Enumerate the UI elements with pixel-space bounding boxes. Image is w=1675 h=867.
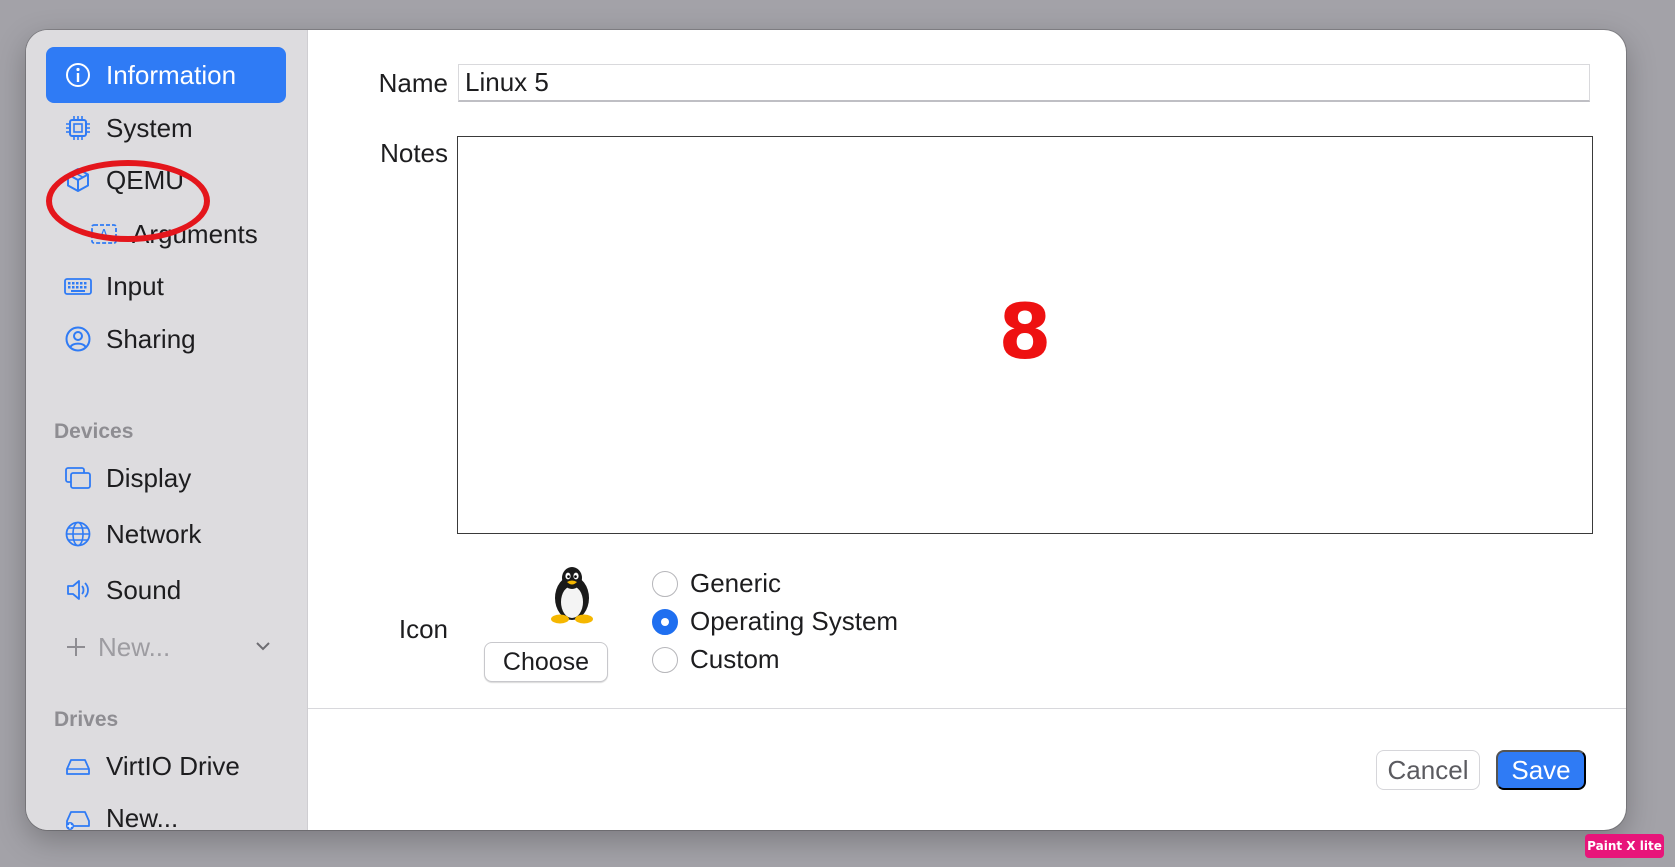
radio-generic[interactable]: Generic [652,568,781,599]
sidebar-item-label: Arguments [132,218,258,249]
cancel-button[interactable]: Cancel [1376,750,1480,790]
speaker-icon [62,574,94,606]
icon-label: Icon [398,614,448,644]
radio-circle[interactable] [652,570,678,597]
globe-icon [62,518,94,550]
plus-icon [60,631,92,663]
new-device-button[interactable]: New... [46,619,286,675]
footer-divider [308,708,1626,709]
main-panel: Name Notes 8 Icon Choose Generic Operati… [308,30,1626,830]
sidebar-item-new-drive[interactable]: New... [46,790,286,830]
sidebar-item-input[interactable]: Input [46,258,286,314]
radio-label: Generic [690,568,782,598]
cube-icon [62,164,94,196]
sidebar-item-label: System [106,112,193,143]
drive-icon [62,750,94,782]
sidebar-item-network[interactable]: Network [46,506,286,562]
name-input[interactable] [458,64,1590,102]
radio-operating-system[interactable]: Operating System [652,606,898,637]
sidebar-item-label: Display [106,462,192,493]
chevron-down-icon[interactable] [252,635,274,657]
add-drive-icon [62,802,94,830]
sidebar-item-sharing[interactable]: Sharing [46,311,286,367]
notes-label: Notes [380,138,448,168]
info-circle-icon [62,59,94,91]
display-windows-icon [62,462,94,494]
sidebar-item-label: Network [106,518,202,549]
settings-window: Information System QEMU A Arguments Inpu… [26,30,1626,830]
svg-text:A: A [100,228,109,243]
sidebar-item-label: VirtIO Drive [106,750,240,781]
save-button[interactable]: Save [1496,750,1586,790]
sidebar-item-virtio-drive[interactable]: VirtIO Drive [46,738,286,794]
linux-penguin-icon [551,567,593,624]
radio-label: Operating System [690,606,899,636]
radio-custom[interactable]: Custom [652,644,780,675]
notes-textarea[interactable]: 8 [457,136,1593,534]
radio-circle[interactable] [652,646,678,673]
radio-circle-selected[interactable] [652,608,678,635]
sidebar-item-label: Input [106,270,164,301]
sidebar-item-qemu[interactable]: QEMU [46,152,286,208]
sidebar-item-arguments[interactable]: A Arguments [78,206,298,262]
sidebar-item-information[interactable]: Information [46,47,286,103]
watermark-badge: Paint X lite [1585,834,1664,858]
sidebar-item-label: QEMU [106,164,184,195]
sidebar-item-label: Information [106,59,237,90]
choose-icon-button[interactable]: Choose [484,642,608,682]
name-label: Name [378,68,448,98]
sidebar-item-system[interactable]: System [46,100,286,156]
radio-label: Custom [690,644,780,674]
sidebar-item-sound[interactable]: Sound [46,562,286,618]
text-field-icon: A [88,218,120,250]
sidebar-item-label: Sound [106,574,182,605]
person-circle-icon [62,323,94,355]
sidebar: Information System QEMU A Arguments Inpu… [26,30,308,830]
keyboard-icon [62,270,94,302]
sidebar-item-display[interactable]: Display [46,450,286,506]
cpu-chip-icon [62,112,94,144]
sidebar-item-label: New... [106,802,179,831]
section-header-devices: Devices [54,420,134,443]
new-device-label: New... [98,631,171,662]
sidebar-item-label: Sharing [106,323,196,354]
annotation-number: 8 [998,287,1052,376]
section-header-drives: Drives [54,708,119,731]
